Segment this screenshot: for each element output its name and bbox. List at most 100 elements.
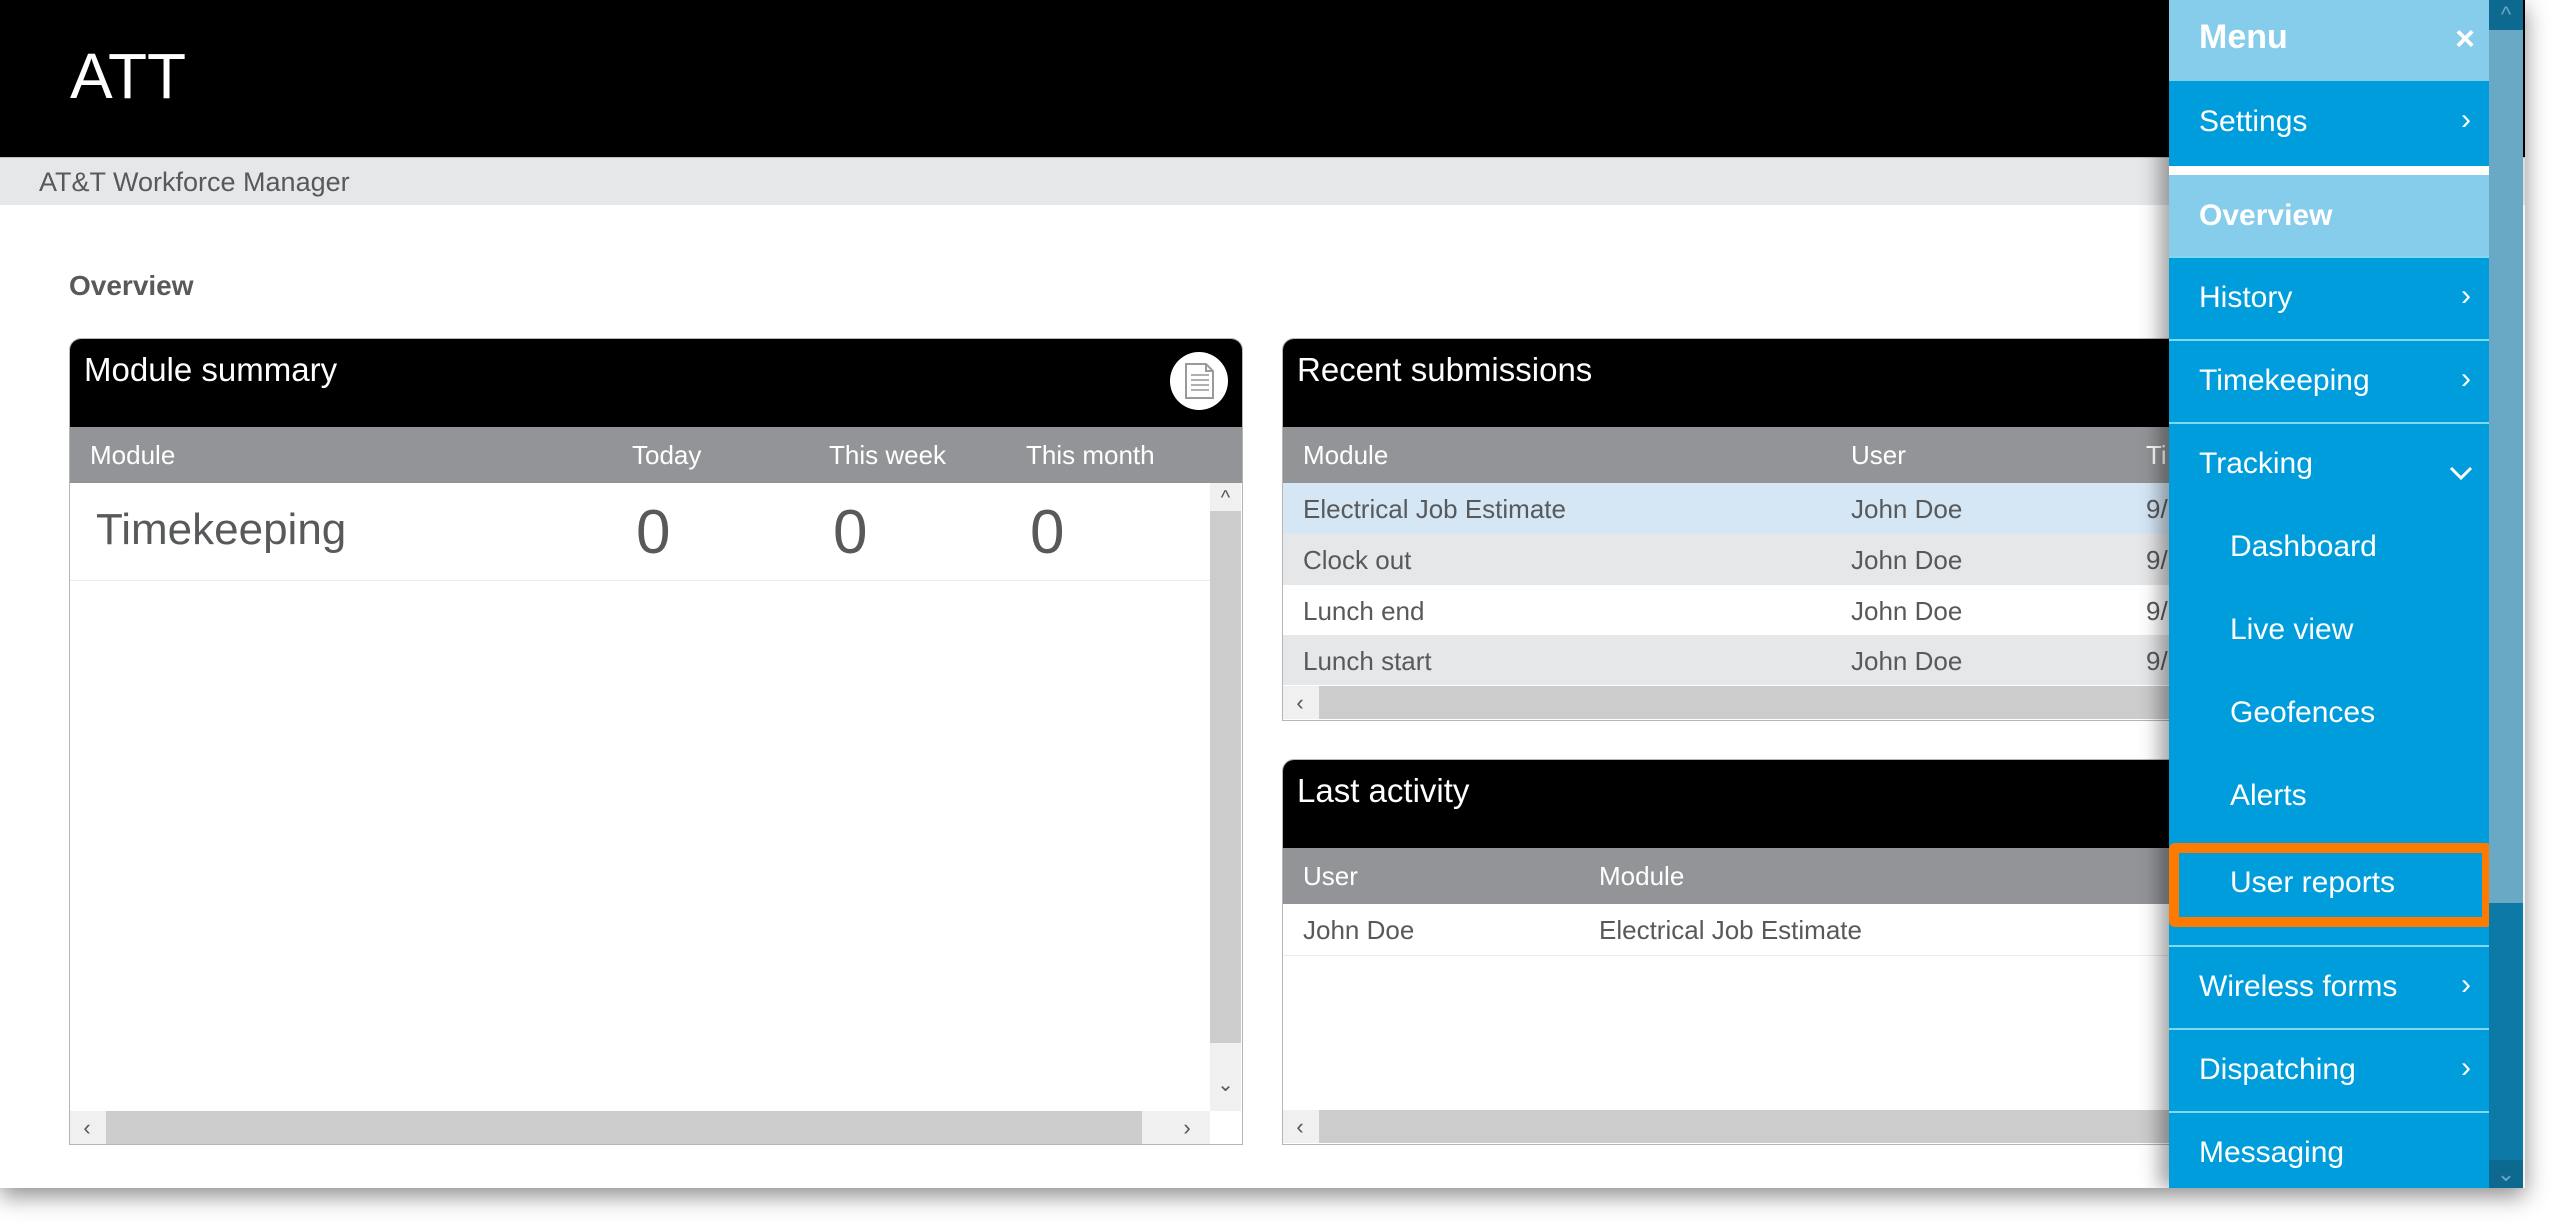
close-icon[interactable]: ×	[2455, 20, 2475, 59]
column-header[interactable]: This week	[829, 440, 946, 471]
submission-user: John Doe	[1851, 646, 1963, 676]
horizontal-scrollbar[interactable]: ‹	[1283, 686, 2283, 719]
submission-module: Lunch start	[1303, 646, 1432, 676]
menu-item-label: Alerts	[2230, 779, 2307, 812]
table-row[interactable]: Timekeeping 0 0 0	[70, 483, 1211, 581]
menu-list: Menu × Settings › Overview History › Tim…	[2169, 0, 2492, 1188]
chevron-right-icon: ›	[2461, 1051, 2471, 1084]
menu-item-messaging[interactable]: Messaging	[2169, 1113, 2489, 1188]
table-row[interactable]: Electrical Job Estimate John Doe 9/	[1283, 483, 2283, 534]
column-header[interactable]: This month	[1026, 440, 1155, 471]
menu-item-dispatching[interactable]: Dispatching ›	[2169, 1030, 2489, 1113]
menu-item-history[interactable]: History ›	[2169, 258, 2489, 341]
menu-item-dashboard[interactable]: Dashboard	[2169, 507, 2489, 590]
horizontal-scrollbar[interactable]: ‹	[1283, 1110, 2283, 1143]
menu-scrollbar[interactable]: ^ ⌄	[2489, 0, 2523, 1188]
table-header: User Module	[1283, 848, 2283, 904]
scroll-left-icon[interactable]: ‹	[70, 1111, 104, 1144]
menu-item-live-view[interactable]: Live view	[2169, 590, 2489, 673]
menu-item-label: Tracking	[2199, 447, 2313, 480]
submission-time: 9/	[2146, 494, 2168, 524]
module-summary-panel: Module summary Module Today This week Th…	[69, 338, 1243, 1145]
horizontal-scrollbar[interactable]: ‹ ›	[70, 1111, 1210, 1144]
activity-user: John Doe	[1303, 915, 1415, 945]
count-today: 0	[636, 498, 671, 567]
export-button[interactable]	[1170, 352, 1228, 410]
scroll-down-icon[interactable]: ⌄	[1210, 1069, 1241, 1099]
app-subtitle: AT&T Workforce Manager	[39, 167, 350, 197]
page-title: Overview	[69, 270, 194, 301]
table-header: Module User Ti	[1283, 427, 2283, 483]
menu-item-label: Overview	[2199, 199, 2333, 232]
menu-title: Menu	[2199, 18, 2288, 56]
panel-title: Recent submissions	[1297, 351, 1593, 388]
menu-item-label: History	[2199, 281, 2293, 314]
scroll-down-icon[interactable]: ⌄	[2489, 1160, 2523, 1188]
menu-item-timekeeping[interactable]: Timekeeping ›	[2169, 341, 2489, 424]
scroll-up-icon[interactable]: ^	[2489, 0, 2523, 30]
menu-item-tracking[interactable]: Tracking	[2169, 424, 2489, 507]
menu-item-label: Dashboard	[2230, 530, 2377, 563]
chevron-right-icon: ›	[2461, 103, 2471, 136]
column-header[interactable]: User	[1851, 440, 1906, 471]
table-row[interactable]: John Doe Electrical Job Estimate	[1283, 904, 2283, 956]
scrollbar-thumb[interactable]	[106, 1111, 1142, 1144]
menu-item-label: Timekeeping	[2199, 364, 2370, 397]
scroll-right-icon[interactable]: ›	[1170, 1111, 1204, 1144]
submission-time: 9/	[2146, 545, 2168, 575]
scrollbar-thumb[interactable]	[1319, 1110, 2283, 1143]
app-subtitle-bar: AT&T Workforce Manager	[0, 157, 2525, 205]
submission-user: John Doe	[1851, 494, 1963, 524]
brand-logo[interactable]: ATT	[70, 38, 186, 114]
menu-item-label: Geofences	[2230, 696, 2376, 729]
submission-time: 9/	[2146, 646, 2168, 676]
menu-item-label: Dispatching	[2199, 1053, 2356, 1086]
scroll-left-icon[interactable]: ‹	[1283, 686, 1317, 719]
menu-item-label: Settings	[2199, 105, 2308, 138]
scrollbar-thumb[interactable]	[1210, 511, 1241, 1043]
count-this-month: 0	[1030, 498, 1065, 567]
app-window: ATT AT&T Workforce Manager Overview Modu…	[0, 0, 2525, 1188]
document-icon	[1185, 363, 1214, 399]
table-row[interactable]: Lunch end John Doe 9/	[1283, 585, 2283, 635]
scrollbar-thumb[interactable]	[1319, 686, 2283, 719]
column-header[interactable]: Module	[90, 440, 175, 471]
column-header[interactable]: Module	[1599, 861, 1684, 892]
menu-item-label: Wireless forms	[2199, 970, 2398, 1003]
table-header: Module Today This week This month	[70, 427, 1242, 483]
submission-module: Lunch end	[1303, 596, 1425, 626]
menu-item-settings[interactable]: Settings ›	[2169, 81, 2489, 166]
menu-item-overview[interactable]: Overview	[2169, 175, 2489, 258]
scroll-left-icon[interactable]: ‹	[1283, 1110, 1317, 1143]
panel-header: Module summary	[70, 339, 1242, 427]
panel-title: Last activity	[1297, 772, 1470, 809]
chevron-down-icon	[2449, 454, 2473, 488]
last-activity-panel: Last activity User Module John Doe Elect…	[1282, 759, 2284, 1145]
menu-item-wireless-forms[interactable]: Wireless forms ›	[2169, 947, 2489, 1030]
column-header[interactable]: User	[1303, 861, 1358, 892]
panel-title: Module summary	[84, 351, 338, 388]
submission-module: Clock out	[1303, 545, 1412, 575]
submission-user: John Doe	[1851, 596, 1963, 626]
submission-user: John Doe	[1851, 545, 1963, 575]
chevron-right-icon: ›	[2461, 968, 2471, 1001]
table-row[interactable]: Clock out John Doe 9/	[1283, 534, 2283, 585]
menu-separator	[2169, 166, 2489, 175]
panel-header: Recent submissions	[1283, 339, 2283, 427]
scroll-up-icon[interactable]: ^	[1210, 483, 1241, 513]
column-header[interactable]: Ti	[2146, 440, 2167, 471]
menu-item-label: Live view	[2230, 613, 2354, 646]
menu-item-alerts[interactable]: Alerts	[2169, 756, 2489, 839]
highlight-box	[2169, 843, 2492, 927]
column-header[interactable]: Today	[632, 440, 701, 471]
menu-header: Menu ×	[2169, 0, 2489, 81]
side-menu: Menu × Settings › Overview History › Tim…	[2169, 0, 2523, 1188]
menu-item-geofences[interactable]: Geofences	[2169, 673, 2489, 756]
column-header[interactable]: Module	[1303, 440, 1388, 471]
chevron-right-icon: ›	[2461, 362, 2471, 395]
count-this-week: 0	[833, 498, 868, 567]
vertical-scrollbar[interactable]: ^ ⌄	[1210, 483, 1241, 1111]
table-row[interactable]: Lunch start John Doe 9/	[1283, 635, 2283, 685]
panel-header: Last activity	[1283, 760, 2283, 848]
scrollbar-thumb[interactable]	[2489, 903, 2523, 1160]
